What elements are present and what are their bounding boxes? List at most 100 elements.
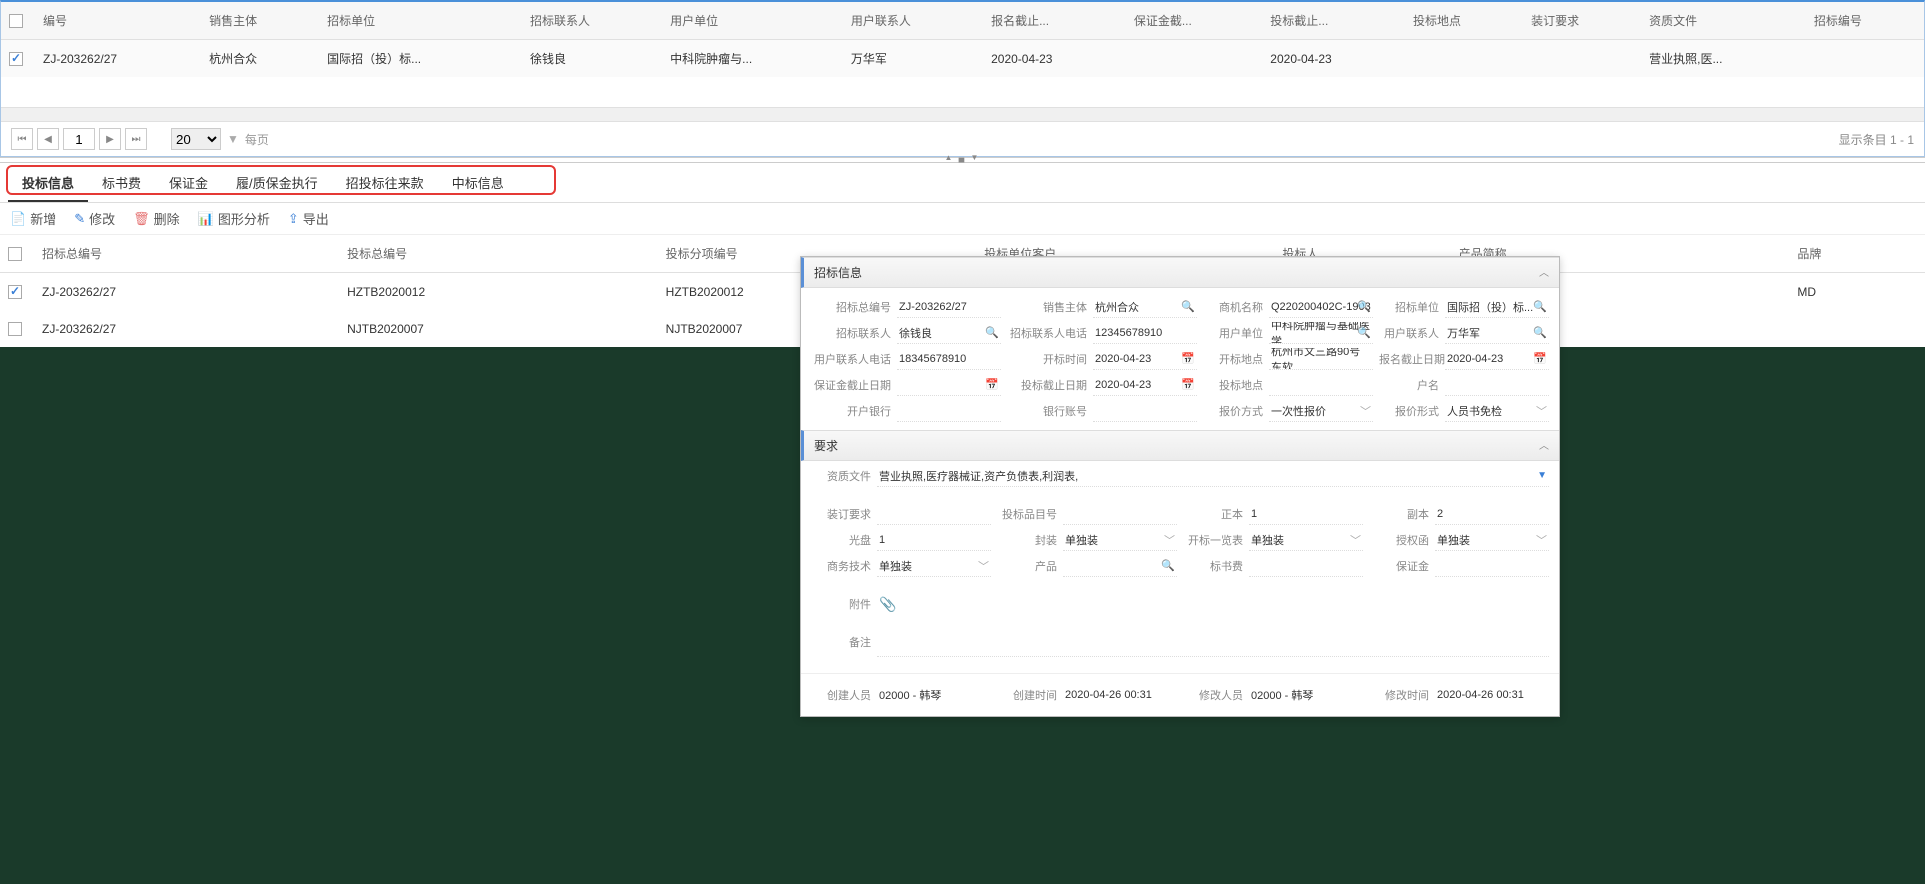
field-doc-fee[interactable] — [1249, 555, 1363, 577]
field-user-phone[interactable]: 18345678910 — [897, 348, 1001, 370]
field-deposit[interactable] — [1435, 555, 1549, 577]
field-quote-form[interactable]: 人员书免检﹀ — [1445, 400, 1549, 422]
row-checkbox[interactable] — [9, 52, 23, 66]
field-user-contact[interactable]: 万华军🔍 — [1445, 322, 1549, 344]
field-product[interactable]: 🔍 — [1063, 555, 1177, 577]
prev-page-button[interactable]: ◀ — [37, 128, 59, 150]
dropdown-icon[interactable]: ﹀ — [1360, 403, 1371, 419]
cell-unit[interactable]: 国际招（投）标... — [319, 40, 522, 78]
col-header[interactable]: 用户联系人 — [843, 2, 983, 40]
field-quote-type[interactable]: 一次性报价﹀ — [1269, 400, 1373, 422]
field-auth-letter[interactable]: 单独装﹀ — [1435, 529, 1549, 551]
col-header[interactable]: 资质文件 — [1641, 2, 1806, 40]
sub-select-all[interactable] — [8, 247, 22, 261]
next-page-button[interactable]: ▶ — [99, 128, 121, 150]
page-input[interactable] — [63, 128, 95, 150]
col-header[interactable]: 招标总编号 — [34, 235, 339, 273]
row-checkbox[interactable] — [8, 322, 22, 336]
calendar-icon[interactable]: 📅 — [1181, 352, 1195, 365]
dropdown-icon[interactable]: ﹀ — [1164, 532, 1175, 548]
field-bank[interactable] — [897, 400, 1001, 422]
col-header[interactable]: 装订要求 — [1523, 2, 1641, 40]
field-attachment[interactable]: 📎 — [877, 593, 1549, 615]
field-phone[interactable]: 12345678910 — [1093, 322, 1197, 344]
field-sales[interactable]: 杭州合众🔍 — [1093, 296, 1197, 318]
dropdown-icon[interactable]: ﹀ — [978, 558, 989, 574]
col-header[interactable]: 投标地点 — [1405, 2, 1523, 40]
chart-button[interactable]: 📊图形分析 — [198, 209, 270, 228]
cell-contact[interactable]: 徐钱良 — [522, 40, 662, 78]
lookup-icon[interactable]: 🔍 — [985, 326, 999, 339]
field-acct-name[interactable] — [1445, 374, 1549, 396]
delete-button[interactable]: 🗑删除 — [133, 209, 180, 228]
table-row[interactable]: ZJ-203262/27 杭州合众 国际招（投）标... 徐钱良 中科院肿瘤与.… — [1, 40, 1924, 78]
section-header-bidinfo[interactable]: 招标信息︿ — [801, 257, 1559, 288]
col-header[interactable]: 招标单位 — [319, 2, 522, 40]
lookup-icon[interactable]: 🔍 — [1357, 300, 1371, 313]
first-page-button[interactable]: ⏮ — [11, 128, 33, 150]
field-binding[interactable] — [877, 503, 991, 525]
dropdown-icon[interactable]: ﹀ — [1350, 532, 1361, 548]
section-header-requirements[interactable]: 要求︿ — [801, 430, 1559, 461]
lookup-icon[interactable]: 🔍 — [1533, 326, 1547, 339]
expand-icon[interactable]: ▼ — [1537, 470, 1547, 481]
field-qualifications[interactable]: 营业执照,医疗器械证,资产负债表,利润表,▼ — [877, 465, 1549, 487]
cell-bid-no[interactable]: ZJ-203262/27 — [35, 40, 201, 78]
field-seal[interactable]: 单独装﹀ — [1063, 529, 1177, 551]
cell[interactable]: ZJ-203262/27 — [34, 273, 339, 311]
select-all-checkbox[interactable] — [9, 14, 23, 28]
last-page-button[interactable]: ⏭ — [125, 128, 147, 150]
edit-button[interactable]: ✎修改 — [74, 209, 115, 228]
field-catalog[interactable] — [1063, 503, 1177, 525]
col-header[interactable]: 招标联系人 — [522, 2, 662, 40]
field-reg-end[interactable]: 2020-04-23📅 — [1445, 348, 1549, 370]
col-header[interactable]: 品牌 — [1789, 235, 1925, 273]
field-biztech[interactable]: 单独装﹀ — [877, 555, 991, 577]
field-bid-end[interactable]: 2020-04-23📅 — [1093, 374, 1197, 396]
add-button[interactable]: 📄新增 — [10, 209, 56, 228]
field-original-count[interactable]: 1 — [1249, 503, 1363, 525]
field-offer-sheet[interactable]: 单独装﹀ — [1249, 529, 1363, 551]
field-open-loc[interactable]: 杭州市文三路90号东软... — [1269, 348, 1373, 370]
cell-sales[interactable]: 杭州合众 — [201, 40, 319, 78]
field-user-unit[interactable]: 中科院肿瘤与基础医学...🔍 — [1269, 322, 1373, 344]
field-remark[interactable] — [877, 627, 1549, 657]
field-cd-count[interactable]: 1 — [877, 529, 991, 551]
field-deposit-end[interactable]: 📅 — [897, 374, 1001, 396]
calendar-icon[interactable]: 📅 — [985, 378, 999, 391]
field-open-time[interactable]: 2020-04-23📅 — [1093, 348, 1197, 370]
tab-bid-info[interactable]: 投标信息 — [8, 165, 88, 202]
field-opp[interactable]: Q220200402C-1903🔍 — [1269, 296, 1373, 318]
field-bid-no[interactable]: ZJ-203262/27 — [897, 296, 1001, 318]
tab-payments[interactable]: 招投标往来款 — [332, 165, 438, 202]
cell[interactable]: ZJ-203262/27 — [34, 310, 339, 347]
export-button[interactable]: ⇪导出 — [288, 209, 329, 228]
col-header[interactable]: 编号 — [35, 2, 201, 40]
lookup-icon[interactable]: 🔍 — [1181, 300, 1195, 313]
tab-guarantee[interactable]: 履/质保金执行 — [222, 165, 332, 202]
field-copy-count[interactable]: 2 — [1435, 503, 1549, 525]
col-header[interactable]: 投标截止... — [1262, 2, 1405, 40]
col-header[interactable]: 销售主体 — [201, 2, 319, 40]
row-checkbox[interactable] — [8, 285, 22, 299]
cell-user-unit[interactable]: 中科院肿瘤与... — [662, 40, 843, 78]
horizontal-scrollbar[interactable] — [1, 107, 1924, 121]
col-header[interactable]: 报名截止... — [983, 2, 1126, 40]
col-header[interactable]: 招标编号 — [1806, 2, 1924, 40]
col-header[interactable]: 保证金截... — [1126, 2, 1262, 40]
dropdown-icon[interactable]: ﹀ — [1536, 403, 1547, 419]
field-contact[interactable]: 徐钱良🔍 — [897, 322, 1001, 344]
col-header[interactable]: 用户单位 — [662, 2, 843, 40]
lookup-icon[interactable]: 🔍 — [1533, 300, 1547, 313]
tab-doc-fee[interactable]: 标书费 — [88, 165, 155, 202]
lookup-icon[interactable]: 🔍 — [1161, 559, 1175, 572]
cell-user-contact[interactable]: 万华军 — [843, 40, 983, 78]
page-size-select[interactable]: 20 — [171, 128, 221, 150]
calendar-icon[interactable]: 📅 — [1533, 352, 1547, 365]
col-header[interactable]: 投标总编号 — [339, 235, 658, 273]
field-bid-loc[interactable] — [1269, 374, 1373, 396]
tab-win-info[interactable]: 中标信息 — [438, 165, 518, 202]
field-bank-acct[interactable] — [1093, 400, 1197, 422]
dropdown-icon[interactable]: ﹀ — [1536, 532, 1547, 548]
field-unit[interactable]: 国际招（投）标...🔍 — [1445, 296, 1549, 318]
